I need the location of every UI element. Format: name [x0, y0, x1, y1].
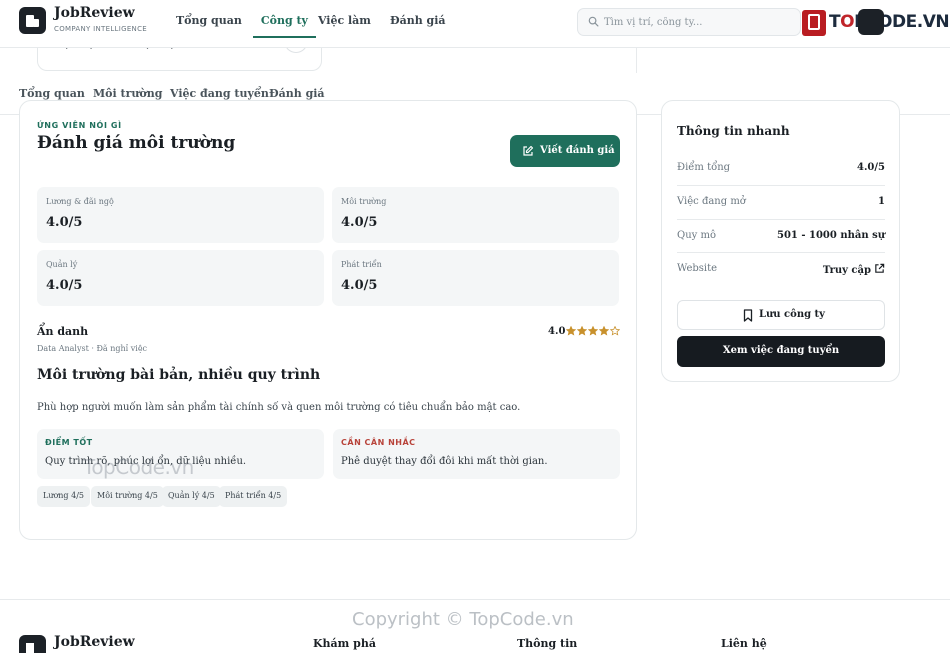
- pros-label: ĐIỂM TỐT: [45, 438, 93, 447]
- copyright-watermark: Copyright © TopCode.vn: [352, 609, 574, 630]
- score-label: Môi trường: [341, 197, 387, 206]
- nav-overview[interactable]: Tổng quan: [176, 0, 251, 38]
- footer-col-info: Thông tin: [517, 637, 578, 650]
- section-title: Đánh giá môi trường: [37, 133, 236, 153]
- score-value: 4.0/5: [341, 215, 378, 230]
- rating-value: 4.0: [548, 326, 566, 337]
- footer-logo-icon[interactable]: [19, 635, 46, 653]
- chip-management: Quản lý 4/5: [162, 486, 221, 507]
- info-label: Quy mô: [677, 230, 716, 241]
- website-link-label: Truy cập: [822, 265, 871, 276]
- tab-open-jobs[interactable]: Việc đang tuyển: [170, 87, 269, 100]
- search-box[interactable]: [577, 8, 801, 36]
- info-row-website: Website Truy cập: [677, 252, 885, 285]
- cons-label: CẦN CÂN NHẮC: [341, 438, 416, 447]
- info-label: Website: [677, 263, 718, 274]
- topcode-logo-text: TOPCODE.VN: [829, 12, 950, 32]
- quick-info-card: Thông tin nhanh Điểm tổng 4.0/5 Việc đan…: [661, 100, 900, 382]
- top-header: JobReview COMPANY INTELLIGENCE Tổng quan…: [0, 0, 950, 48]
- info-label: Việc đang mở: [677, 196, 746, 207]
- chip-salary: Lương 4/5: [37, 486, 90, 507]
- tab-environment[interactable]: Môi trường: [93, 87, 162, 100]
- star-filled-icon: [599, 326, 609, 336]
- avatar[interactable]: [858, 9, 884, 35]
- score-management: Quản lý 4.0/5: [37, 250, 324, 306]
- search-input[interactable]: [604, 14, 784, 30]
- footer-col-contact: Liên hệ: [721, 637, 767, 650]
- score-environment: Môi trường 4.0/5: [332, 187, 619, 243]
- star-empty-icon: [610, 326, 620, 336]
- chip-growth: Phát triển 4/5: [219, 486, 288, 507]
- review-author: Ẩn danh: [37, 325, 89, 338]
- main-nav: Tổng quan Công ty Việc làm Đánh giá: [176, 0, 465, 48]
- info-value: 1: [878, 196, 885, 207]
- topcode-logo-icon: [802, 10, 826, 36]
- star-filled-icon: [566, 326, 576, 336]
- brand-tagline: COMPANY INTELLIGENCE: [54, 25, 147, 33]
- brand-name[interactable]: JobReview: [54, 5, 135, 21]
- info-row-size: Quy mô 501 - 1000 nhân sự: [677, 219, 885, 252]
- review-title: Môi trường bài bản, nhiều quy trình: [37, 367, 321, 383]
- tab-overview[interactable]: Tổng quan: [19, 87, 85, 100]
- score-salary: Lương & đãi ngộ 4.0/5: [37, 187, 324, 243]
- nav-jobs[interactable]: Việc làm: [318, 0, 380, 38]
- tab-reviews[interactable]: Đánh giá: [269, 87, 325, 100]
- view-open-jobs-label: Xem việc đang tuyển: [722, 345, 840, 356]
- info-row-open-jobs: Việc đang mở 1: [677, 185, 885, 218]
- footer-brand[interactable]: JobReview: [54, 634, 135, 650]
- info-row-score: Điểm tổng 4.0/5: [677, 152, 885, 185]
- info-value: 4.0/5: [856, 162, 885, 173]
- write-review-label: Viết đánh giá: [540, 145, 615, 156]
- score-label: Phát triển: [341, 260, 382, 269]
- chip-environment: Môi trường 4/5: [91, 486, 164, 507]
- nav-reviews[interactable]: Đánh giá: [390, 0, 455, 38]
- website-link[interactable]: Truy cập: [823, 263, 885, 276]
- bookmark-icon: [743, 309, 753, 322]
- view-open-jobs-button[interactable]: Xem việc đang tuyển: [677, 336, 885, 367]
- external-link-icon: [875, 263, 885, 273]
- logo-icon[interactable]: [19, 7, 46, 34]
- watermark-text: TopCode.vn: [83, 455, 194, 479]
- section-eyebrow: ỨNG VIÊN NÓI GÌ: [37, 121, 122, 130]
- write-review-button[interactable]: Viết đánh giá: [510, 135, 620, 167]
- score-value: 4.0/5: [46, 278, 83, 293]
- save-company-label: Lưu công ty: [759, 309, 825, 320]
- info-value: 501 - 1000 nhân sự: [777, 230, 885, 241]
- cons-text: Phê duyệt thay đổi đôi khi mất thời gian…: [341, 456, 548, 467]
- divider: [636, 48, 637, 73]
- save-company-button[interactable]: Lưu công ty: [677, 300, 885, 330]
- star-filled-icon: [588, 326, 598, 336]
- footer-col-explore: Khám phá: [313, 637, 376, 650]
- star-filled-icon: [577, 326, 587, 336]
- score-value: 4.0/5: [46, 215, 83, 230]
- cons-box: CẦN CÂN NHẮC Phê duyệt thay đổi đôi khi …: [333, 429, 620, 479]
- search-icon: [588, 16, 599, 27]
- score-value: 4.0/5: [341, 278, 378, 293]
- quick-info-title: Thông tin nhanh: [677, 124, 790, 138]
- review-author-meta: Data Analyst · Đã nghỉ việc: [37, 344, 148, 353]
- score-growth: Phát triển 4.0/5: [332, 250, 619, 306]
- score-label: Lương & đãi ngộ: [46, 197, 114, 206]
- review-body: Phù hợp người muốn làm sản phẩm tài chín…: [37, 402, 521, 413]
- info-label: Điểm tổng: [677, 162, 731, 173]
- edit-icon: [523, 145, 534, 156]
- star-rating: [566, 326, 620, 336]
- score-label: Quản lý: [46, 260, 78, 269]
- nav-companies[interactable]: Công ty: [252, 0, 316, 38]
